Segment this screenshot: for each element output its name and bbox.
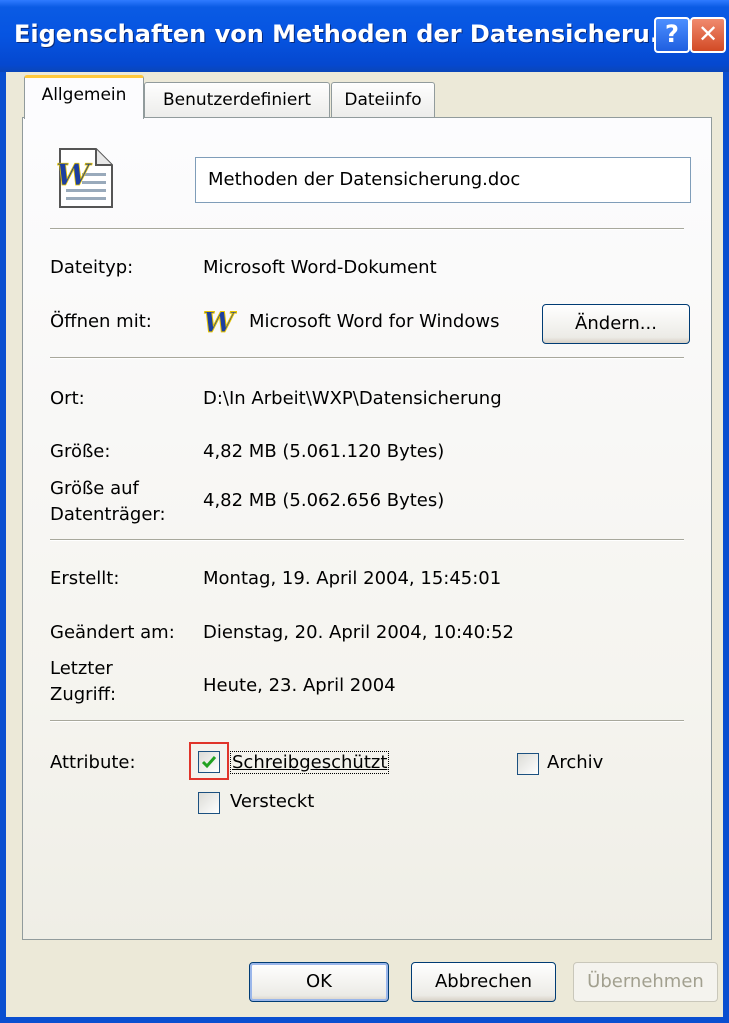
type-value: Microsoft Word-Dokument (203, 257, 437, 278)
tab-allgemein[interactable]: Allgemein (24, 75, 144, 119)
hidden-label[interactable]: Versteckt (230, 791, 314, 812)
readonly-label[interactable]: Schreibgeschützt (230, 751, 390, 774)
title-bar[interactable]: Eigenschaften von Methoden der Datensich… (0, 0, 729, 72)
type-label: Dateityp: (50, 257, 134, 278)
archive-label[interactable]: Archiv (547, 752, 603, 773)
size-on-disk-label-line2: Datenträger: (50, 504, 166, 525)
modified-value: Dienstag, 20. April 2004, 10:40:52 (203, 622, 514, 643)
separator (50, 357, 684, 359)
hidden-checkbox[interactable] (198, 792, 220, 814)
open-with-label: Öffnen mit: (50, 311, 152, 332)
created-label: Erstellt: (50, 568, 120, 589)
filename-input[interactable]: Methoden der Datensicherung.doc (195, 157, 691, 203)
close-button[interactable]: ✕ (690, 17, 726, 53)
help-button[interactable]: ? (654, 17, 690, 53)
tab-dateiinfo[interactable]: Dateiinfo (331, 82, 435, 118)
separator (50, 228, 684, 230)
accessed-label-line2: Zugriff: (50, 684, 117, 705)
size-label: Größe: (50, 441, 111, 462)
properties-dialog: Eigenschaften von Methoden der Datensich… (0, 0, 729, 1023)
created-value: Montag, 19. April 2004, 15:45:01 (203, 568, 502, 589)
ok-button[interactable]: OK (249, 962, 389, 1002)
word-document-icon: W (56, 148, 113, 208)
readonly-checkbox[interactable] (198, 751, 220, 773)
accessed-label: Letzter Zugriff: (50, 656, 116, 708)
accessed-value: Heute, 23. April 2004 (203, 675, 396, 696)
separator (50, 539, 684, 541)
cancel-button[interactable]: Abbrechen (411, 962, 556, 1002)
location-value: D:\In Arbeit\WXP\Datensicherung (203, 388, 502, 409)
change-button[interactable]: Ändern... (542, 304, 690, 344)
readonly-label-text: Schreibgeschützt (232, 752, 388, 773)
tab-benutzerdefiniert[interactable]: Benutzerdefiniert (144, 82, 330, 118)
size-on-disk-label: Größe auf Datenträger: (50, 476, 166, 528)
svg-text:W: W (56, 158, 93, 193)
checkmark-icon (201, 756, 217, 769)
svg-text:W: W (203, 308, 237, 336)
separator (50, 720, 684, 722)
archive-checkbox[interactable] (517, 753, 539, 775)
apply-button[interactable]: Übernehmen (573, 962, 718, 1002)
size-value: 4,82 MB (5.061.120 Bytes) (203, 441, 445, 462)
tab-panel (22, 117, 712, 940)
size-on-disk-label-line1: Größe auf (50, 478, 139, 499)
modified-label: Geändert am: (50, 622, 175, 643)
window-title: Eigenschaften von Methoden der Datensich… (14, 20, 678, 48)
accessed-label-line1: Letzter (50, 658, 113, 679)
word-app-icon: W (203, 308, 237, 336)
size-on-disk-value: 4,82 MB (5.062.656 Bytes) (203, 490, 445, 511)
attributes-label: Attribute: (50, 752, 136, 773)
location-label: Ort: (50, 388, 85, 409)
open-with-value: Microsoft Word for Windows (249, 311, 500, 332)
